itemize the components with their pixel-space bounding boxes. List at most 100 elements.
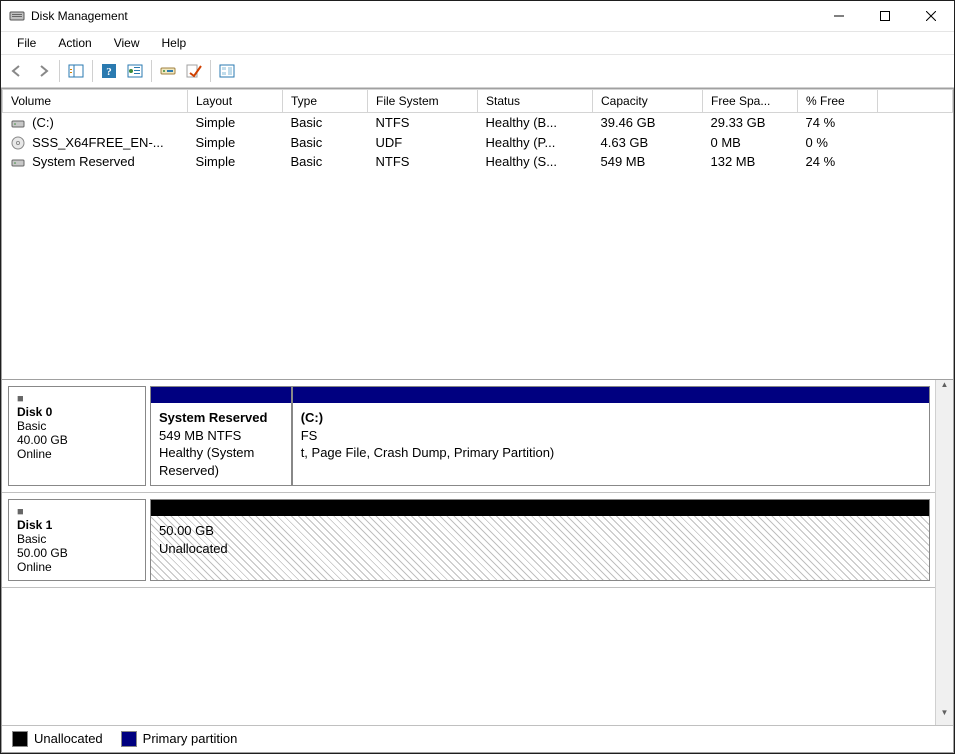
minimize-button[interactable]	[816, 1, 862, 31]
close-button[interactable]	[908, 1, 954, 31]
window-title: Disk Management	[31, 9, 816, 23]
partition-line2: FS	[301, 427, 921, 445]
partition-line3: t, Page File, Crash Dump, Primary Partit…	[301, 444, 921, 462]
partition-line2: 549 MB NTFS	[159, 427, 283, 445]
col-volume[interactable]: Volume	[3, 90, 188, 113]
partition-body: System Reserved549 MB NTFSHealthy (Syste…	[151, 403, 291, 485]
swatch-unallocated	[12, 731, 28, 747]
col-pctfree[interactable]: % Free	[798, 90, 878, 113]
cell-status: Healthy (P...	[478, 133, 593, 153]
cell-fs: NTFS	[368, 152, 478, 172]
disk-row: ■Disk 0Basic40.00 GBOnlineSystem Reserve…	[2, 380, 953, 493]
settings-panel-button[interactable]	[215, 59, 239, 83]
menu-help[interactable]: Help	[152, 34, 197, 52]
partition-line2: 50.00 GB	[159, 522, 921, 540]
cell-capacity: 4.63 GB	[593, 133, 703, 153]
disk-map: ■Disk 0Basic40.00 GBOnlineSystem Reserve…	[2, 380, 953, 725]
action-list-button[interactable]	[123, 59, 147, 83]
scroll-down-arrow[interactable]: ▼	[941, 708, 949, 725]
back-button[interactable]	[5, 59, 29, 83]
cell-volume: (C:)	[3, 113, 188, 133]
cell-pct: 74 %	[798, 113, 878, 133]
partition-bar-unallocated	[151, 500, 929, 516]
col-capacity[interactable]: Capacity	[593, 90, 703, 113]
cell-type: Basic	[283, 113, 368, 133]
table-row[interactable]: (C:)SimpleBasicNTFSHealthy (B...39.46 GB…	[3, 113, 953, 133]
partition-title: (C:)	[301, 409, 921, 427]
cell-layout: Simple	[188, 133, 283, 153]
partition-body: 50.00 GBUnallocated	[151, 516, 929, 580]
legend-unallocated: Unallocated	[12, 731, 103, 748]
cell-fs: UDF	[368, 133, 478, 153]
col-filesystem[interactable]: File System	[368, 90, 478, 113]
toolbar-separator	[59, 60, 60, 82]
cell-fs: NTFS	[368, 113, 478, 133]
cell-layout: Simple	[188, 113, 283, 133]
table-row[interactable]: SSS_X64FREE_EN-...SimpleBasicUDFHealthy …	[3, 133, 953, 153]
toolbar-separator	[210, 60, 211, 82]
vertical-scrollbar[interactable]: ▲ ▼	[935, 380, 953, 725]
cell-volume: SSS_X64FREE_EN-...	[3, 133, 188, 153]
table-row[interactable]: System ReservedSimpleBasicNTFSHealthy (S…	[3, 152, 953, 172]
window-controls	[816, 1, 954, 31]
col-status[interactable]: Status	[478, 90, 593, 113]
cell-status: Healthy (S...	[478, 152, 593, 172]
disk-state: Online	[17, 560, 137, 574]
cell-free: 132 MB	[703, 152, 798, 172]
maximize-button[interactable]	[862, 1, 908, 31]
partition-bar-primary	[151, 387, 291, 403]
legend-label-primary: Primary partition	[143, 731, 238, 746]
forward-button[interactable]	[31, 59, 55, 83]
window: Disk Management File Action View Help ?	[0, 0, 955, 754]
partition-line3: Healthy (System Reserved)	[159, 444, 283, 479]
cell-free: 29.33 GB	[703, 113, 798, 133]
settings-check-button[interactable]	[182, 59, 206, 83]
cell-type: Basic	[283, 133, 368, 153]
menu-file[interactable]: File	[7, 34, 46, 52]
toolbar-separator	[151, 60, 152, 82]
show-hide-console-tree-button[interactable]	[64, 59, 88, 83]
titlebar: Disk Management	[1, 1, 954, 32]
col-type[interactable]: Type	[283, 90, 368, 113]
disk-size: 50.00 GB	[17, 546, 137, 560]
disk-info[interactable]: ■Disk 0Basic40.00 GBOnline	[8, 386, 146, 486]
disk-label: Disk 0	[17, 405, 137, 419]
toolbar-separator	[92, 60, 93, 82]
partition-title: System Reserved	[159, 409, 283, 427]
partition-body: (C:)FSt, Page File, Crash Dump, Primary …	[293, 403, 929, 485]
menu-view[interactable]: View	[104, 34, 150, 52]
column-headers[interactable]: Volume Layout Type File System Status Ca…	[3, 90, 953, 113]
volume-list[interactable]: Volume Layout Type File System Status Ca…	[2, 89, 953, 380]
partition[interactable]: System Reserved549 MB NTFSHealthy (Syste…	[150, 386, 292, 486]
legend-label-unallocated: Unallocated	[34, 731, 103, 746]
cell-status: Healthy (B...	[478, 113, 593, 133]
cell-pct: 24 %	[798, 152, 878, 172]
toolbar: ?	[1, 55, 954, 88]
partition[interactable]: 50.00 GBUnallocated	[150, 499, 930, 581]
partition-line3: Unallocated	[159, 540, 921, 558]
legend: Unallocated Primary partition	[2, 725, 953, 752]
disk-state: Online	[17, 447, 137, 461]
disk-info[interactable]: ■Disk 1Basic50.00 GBOnline	[8, 499, 146, 581]
refresh-button[interactable]	[156, 59, 180, 83]
help-button[interactable]: ?	[97, 59, 121, 83]
app-icon	[9, 8, 25, 24]
disk-type: Basic	[17, 532, 137, 546]
disk-size: 40.00 GB	[17, 433, 137, 447]
menu-action[interactable]: Action	[48, 34, 101, 52]
col-layout[interactable]: Layout	[188, 90, 283, 113]
cell-type: Basic	[283, 152, 368, 172]
partition[interactable]: (C:)FSt, Page File, Crash Dump, Primary …	[292, 386, 930, 486]
cell-pct: 0 %	[798, 133, 878, 153]
disk-label: Disk 1	[17, 518, 137, 532]
svg-text:?: ?	[106, 66, 112, 78]
cell-capacity: 549 MB	[593, 152, 703, 172]
col-spacer	[878, 90, 953, 113]
cell-capacity: 39.46 GB	[593, 113, 703, 133]
cell-layout: Simple	[188, 152, 283, 172]
cell-volume: System Reserved	[3, 152, 188, 172]
scroll-up-arrow[interactable]: ▲	[941, 380, 949, 397]
legend-primary: Primary partition	[121, 731, 238, 748]
content-area: Volume Layout Type File System Status Ca…	[1, 88, 954, 753]
col-freespace[interactable]: Free Spa...	[703, 90, 798, 113]
